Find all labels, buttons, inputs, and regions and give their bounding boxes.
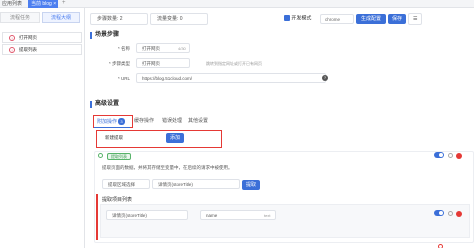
app-title: 应用列表 — [2, 1, 23, 7]
tab-error-handling[interactable]: 错误处理 — [162, 118, 182, 125]
tab-label: 附加操作 — [97, 119, 118, 125]
sidebar-tabs: 流程任务 流程大纲 — [0, 12, 85, 24]
sub-field-select[interactable]: 详情页(storeTitle) — [106, 210, 188, 220]
active-tab-underline — [94, 127, 130, 128]
step-type-select[interactable]: 打开网页 — [136, 58, 190, 68]
tab-cache-actions[interactable]: 缓存操作 — [134, 118, 154, 125]
new-extract-input[interactable]: 新建提取 — [100, 133, 164, 143]
sidebar-item-extract-list[interactable]: ! 提取列表 — [2, 44, 82, 55]
checkbox-icon[interactable] — [284, 15, 290, 21]
warning-icon: ! — [9, 47, 15, 53]
menu-icon[interactable]: ☰ — [408, 13, 422, 25]
generate-config-button[interactable]: 生成配置 — [356, 14, 386, 24]
save-button[interactable]: 保存 — [388, 14, 406, 24]
add-button[interactable]: 添加 — [166, 133, 184, 143]
sub-type-label: text — [264, 213, 271, 218]
status-icon — [98, 153, 103, 158]
dev-mode-label: 开发模式 — [291, 15, 312, 22]
count-badge: 3 — [118, 118, 125, 125]
name-char-count: 4/30 — [178, 46, 186, 51]
step-type-hint: 跳转到指定网址或打开已有网页 — [206, 61, 262, 66]
sidebar-item-label: 提取列表 — [19, 47, 37, 52]
extract-field-select[interactable]: 详情页(storeTitle) — [152, 179, 240, 189]
top-bar: 应用列表 当前 blog × + — [0, 0, 474, 8]
extract-button[interactable]: 提取 — [242, 180, 260, 190]
rule-description: 提取页面的数据，并将其存储至变量中，在后续的请求中被使用。 — [102, 165, 233, 170]
tab-attach-actions[interactable]: 附加操作 3 — [97, 118, 125, 126]
dev-mode-toggle[interactable]: 开发模式 — [284, 15, 311, 22]
copy-icon[interactable] — [448, 153, 453, 158]
close-icon[interactable]: × — [53, 1, 56, 7]
main-panel: 步骤数量: 2 流量变量: 0 开发模式 chrome 生成配置 保存 ☰ 场景… — [86, 8, 474, 248]
url-label: * URL — [117, 76, 130, 81]
step-type-label: * 步骤类型 — [108, 61, 130, 66]
sidebar-item-label: 打开网页 — [19, 35, 37, 40]
copy-icon[interactable] — [448, 211, 453, 216]
sub-list-title: 提取项目列表 — [102, 197, 133, 203]
extract-area-select[interactable]: 提取区域选择 — [102, 179, 150, 189]
sidebar-item-open-page[interactable]: ! 打开网页 — [2, 32, 82, 43]
sub-rule-marker — [96, 194, 98, 240]
vars-count: 流量变量: 0 — [150, 13, 208, 25]
rule-type-badge: 提取列表 — [107, 153, 131, 160]
browser-select[interactable]: chrome — [320, 14, 354, 24]
tab-process-tasks[interactable]: 流程任务 — [0, 12, 40, 23]
sidebar: 流程任务 流程大纲 ! 打开网页 ! 提取列表 — [0, 8, 85, 248]
tab-process-outline[interactable]: 流程大纲 — [42, 12, 80, 23]
add-tab-icon[interactable]: + — [62, 0, 66, 6]
steps-count: 步骤数量: 2 — [90, 13, 148, 25]
tab-current-blog[interactable]: 当前 blog × — [28, 0, 58, 8]
help-icon[interactable]: ? — [322, 75, 328, 81]
tab-label: 当前 blog — [31, 1, 52, 7]
url-input[interactable]: https://blog.51cloud.com/ — [136, 73, 326, 83]
warning-icon: ! — [9, 35, 15, 41]
delete-icon[interactable] — [456, 153, 462, 159]
tab-other-settings[interactable]: 其他设置 — [188, 118, 208, 125]
advanced-section-title: 高级设置 — [90, 101, 119, 108]
rule-enable-toggle[interactable] — [434, 152, 444, 158]
delete-icon[interactable] — [456, 211, 462, 217]
add-sub-rule-icon[interactable] — [438, 244, 443, 248]
name-label: * 名称 — [117, 46, 130, 51]
step-section-title: 场景步骤 — [90, 32, 119, 39]
sub-rule-toggle[interactable] — [434, 210, 444, 216]
